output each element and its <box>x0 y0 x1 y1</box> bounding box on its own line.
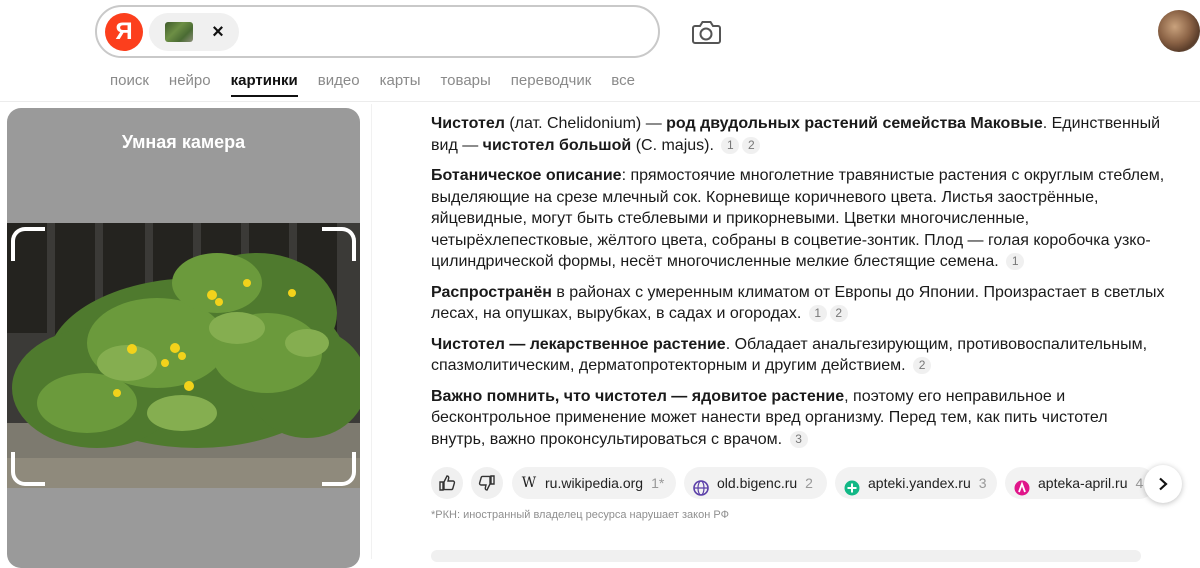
chevron-right-icon[interactable] <box>1144 465 1182 503</box>
yandex-logo[interactable]: Я <box>105 13 143 51</box>
citation-ref[interactable]: 2 <box>829 305 848 322</box>
globe-icon <box>693 475 709 496</box>
panel-separator <box>371 104 372 559</box>
tab-translator[interactable]: переводчик <box>511 71 591 93</box>
crop-corner-bottom-left[interactable] <box>11 452 45 486</box>
tab-products[interactable]: товары <box>440 71 490 93</box>
paragraph-warning: Важно помнить, что чистотел — ядовитое р… <box>431 387 1108 448</box>
paragraph-distribution: Распространён в районах с умеренным клим… <box>431 283 1165 322</box>
image-query-chip[interactable]: × <box>149 13 239 51</box>
thumbs-down-icon[interactable] <box>471 467 503 499</box>
header-divider <box>0 101 1200 102</box>
search-bar[interactable]: Я × <box>95 5 660 58</box>
tab-all[interactable]: все <box>611 71 635 93</box>
crop-corner-bottom-right[interactable] <box>322 452 356 486</box>
tab-video[interactable]: видео <box>318 71 360 93</box>
paragraph-medicinal: Чистотел — лекарственное растение. Облад… <box>431 335 1148 374</box>
thumbs-up-icon[interactable] <box>431 467 463 499</box>
plant-photo[interactable] <box>7 223 360 488</box>
citation-ref[interactable]: 2 <box>742 136 761 154</box>
tab-maps[interactable]: карты <box>380 71 421 93</box>
panel-title: Умная камера <box>121 132 246 152</box>
wikipedia-icon: W <box>521 475 537 491</box>
user-avatar[interactable] <box>1158 10 1200 52</box>
followup-input-edge[interactable] <box>431 550 1141 562</box>
citation-ref[interactable]: 1 <box>808 305 827 322</box>
answer-article: Чистотел (лат. Chelidonium) — род двудол… <box>431 113 1166 459</box>
tab-images[interactable]: картинки <box>230 71 298 97</box>
tab-neuro[interactable]: нейро <box>169 71 211 93</box>
source-chip-bigenc[interactable]: old.bigenc.ru 2 <box>684 467 827 499</box>
citation-ref[interactable]: 1 <box>1006 253 1025 270</box>
citation-ref[interactable]: 3 <box>789 430 808 448</box>
source-chip-wikipedia[interactable]: W ru.wikipedia.org 1* <box>512 467 676 499</box>
close-icon[interactable]: × <box>207 20 229 44</box>
sources-row: W ru.wikipedia.org 1* old.bigenc.ru 2 apte… <box>431 465 1200 503</box>
tab-search[interactable]: поиск <box>110 71 149 93</box>
april-logo-icon <box>1014 475 1030 496</box>
paragraph-botanical: Ботаническое описание: прямостоячие мног… <box>431 167 1165 270</box>
camera-icon[interactable] <box>689 17 723 47</box>
citation-ref[interactable]: 1 <box>721 136 740 154</box>
search-tabs: поиск нейро картинки видео карты товары … <box>110 71 655 97</box>
source-chip-apteki-yandex[interactable]: apteki.yandex.ru 3 <box>835 467 997 499</box>
source-chip-apteka-april[interactable]: apteka-april.ru 4 <box>1005 467 1155 499</box>
smart-camera-panel: Умная камера <box>7 108 360 568</box>
plus-cross-icon <box>844 475 860 496</box>
rkn-footnote: *РКН: иностранный владелец ресурса наруш… <box>431 509 729 521</box>
citation-ref[interactable]: 2 <box>913 357 932 374</box>
query-image-thumbnail <box>165 22 193 42</box>
paragraph-definition: Чистотел (лат. Chelidonium) — род двудол… <box>431 115 1161 154</box>
crop-corner-top-right[interactable] <box>322 227 356 261</box>
crop-corner-top-left[interactable] <box>11 227 45 261</box>
